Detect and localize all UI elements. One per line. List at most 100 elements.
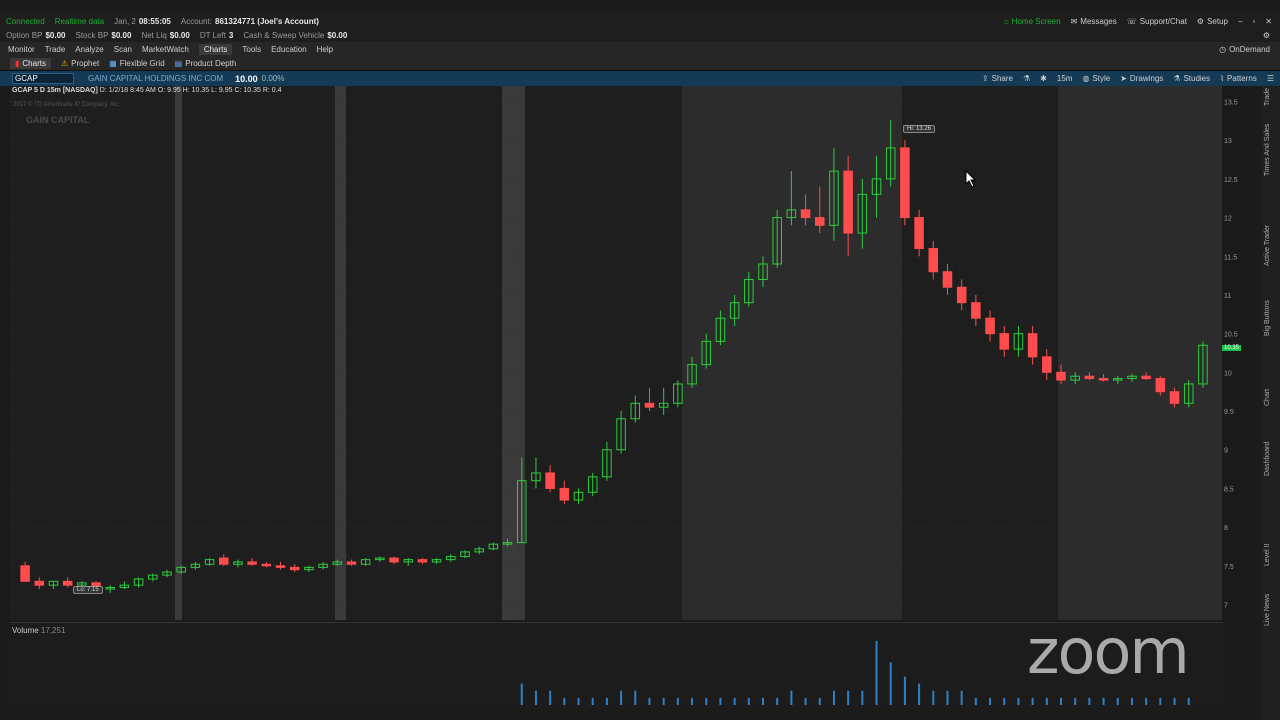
session-band [682, 86, 902, 620]
main-menu: Monitor Trade Analyze Scan MarketWatch C… [0, 42, 1280, 56]
volume-bar [634, 690, 637, 705]
patterns-button[interactable]: ⌇ Patterns [1220, 74, 1257, 83]
volume-bar [605, 697, 608, 705]
subtab-flexible-grid[interactable]: ▦ Flexible Grid [109, 59, 164, 68]
candle-body [843, 170, 853, 234]
side-tab-level-ii[interactable]: Level II [1264, 543, 1271, 566]
close-button[interactable]: ✕ [1265, 17, 1272, 26]
volume-bar [591, 697, 594, 705]
candle-body [417, 559, 428, 563]
clock-icon: ◷ [1219, 44, 1227, 54]
support-link[interactable]: ☏ Support/Chat [1127, 17, 1187, 26]
volume-bar [648, 697, 651, 705]
volume-bar [1102, 697, 1105, 705]
volume-bar [577, 697, 580, 705]
candle-body [928, 248, 939, 273]
setup-label: Setup [1207, 16, 1228, 26]
candlestick-chart [10, 86, 1222, 620]
side-tab-active-trader[interactable]: Active Trader [1264, 225, 1271, 266]
last-price-flag: 10.35 [1222, 345, 1242, 351]
side-tab-dashboard[interactable]: Dashboard [1264, 442, 1271, 476]
side-tab-live-news[interactable]: Live News [1264, 594, 1271, 626]
balances-bar: Option BP $0.00 Stock BP $0.00 Net Liq $0.0… [0, 28, 1280, 42]
setup-link[interactable]: ⚙ Setup [1197, 17, 1228, 26]
menu-analyze[interactable]: Analyze [75, 45, 103, 54]
ondemand-button[interactable]: ◷ OnDemand [1219, 45, 1270, 54]
subtab-charts[interactable]: ▮ Charts [10, 57, 51, 69]
account-label: Account: [180, 16, 213, 26]
high-tag: Hi: 13.26 [903, 125, 936, 133]
side-tabs: Trade Times And Sales Active Trader Big But… [1262, 86, 1280, 720]
candle-body [1027, 333, 1038, 358]
menu-tools[interactable]: Tools [242, 45, 261, 54]
price-tick-label: 7 [1224, 603, 1228, 610]
volume-bar [989, 697, 992, 705]
chart-title-text: GCAP 5 D 15m [NASDAQ] [12, 87, 98, 94]
style-button[interactable]: ◍ Style [1082, 74, 1110, 83]
volume-bar [1074, 697, 1077, 705]
connection-status: Connected [6, 16, 45, 26]
company-name: GAIN CAPITAL HOLDINGS INC COM [88, 74, 224, 83]
gear-icon: ⚙ [1196, 16, 1205, 26]
volume-bar [946, 690, 949, 705]
settings-icon[interactable]: ✱ [1040, 74, 1047, 83]
warning-icon: ⚠ [60, 58, 69, 68]
candle-body [1042, 356, 1052, 373]
subtab-product-depth[interactable]: ▤ Product Depth [175, 59, 237, 68]
candle-body [247, 561, 257, 565]
status-time: 08:55:05 [138, 16, 171, 26]
home-screen-link[interactable]: ⌂ Home Screen [1004, 17, 1061, 26]
side-tab-trade[interactable]: Trade [1264, 88, 1271, 106]
copyright-watermark: 2017 © TD Ameritrade IP Company, Inc. [13, 102, 120, 108]
volume-bar [1145, 697, 1148, 705]
candle-body [545, 472, 555, 489]
charts-subtabs: ▮ Charts ⚠ Prophet ▦ Flexible Grid ▤ Product… [0, 56, 1280, 71]
share-button[interactable]: ⇪ Share [982, 74, 1013, 83]
session-band [346, 86, 502, 620]
flask-icon[interactable]: ⚗ [1023, 74, 1030, 83]
volume-bar [520, 683, 523, 705]
account-value[interactable]: 861324771 (Joel's Account) [215, 17, 319, 26]
minimize-button[interactable]: – [1238, 17, 1242, 26]
menu-scan[interactable]: Scan [114, 45, 132, 54]
menu-icon[interactable]: ☰ [1267, 74, 1274, 83]
price-chart[interactable]: GCAP 5 D 15m [NASDAQ] D: 1/2/18 8:45 AM … [10, 86, 1222, 620]
candle-body [275, 565, 286, 568]
timeframe-button[interactable]: 15m [1057, 74, 1073, 83]
messages-link[interactable]: ✉ Messages [1071, 17, 1117, 26]
volume-bar [889, 662, 892, 705]
menu-monitor[interactable]: Monitor [8, 45, 35, 54]
candle-body [971, 302, 981, 319]
volume-bar [705, 697, 708, 705]
symbol-price: 10.00 [235, 73, 258, 84]
volume-bar [747, 697, 750, 705]
volume-bar [1088, 697, 1091, 705]
chart-ohlc: D: 1/2/18 8:45 AM O: 9.95 H: 10.35 L: 9.… [99, 87, 282, 94]
volume-bar [1031, 697, 1034, 705]
price-tick-label: 10 [1224, 370, 1232, 377]
side-tab-big-buttons[interactable]: Big Buttons [1264, 300, 1271, 336]
style-label: Style [1092, 74, 1111, 83]
menu-trade[interactable]: Trade [45, 45, 66, 54]
volume-bar [1173, 697, 1176, 705]
home-icon: ⌂ [1003, 16, 1009, 26]
studies-button[interactable]: ⚗ Studies [1173, 74, 1210, 83]
symbol-input[interactable] [12, 73, 74, 84]
menu-marketwatch[interactable]: MarketWatch [142, 45, 189, 54]
gear-icon[interactable]: ⚙ [1263, 31, 1270, 40]
candle-body [1141, 375, 1151, 380]
studies-label: Studies [1183, 74, 1211, 83]
candle-body [914, 217, 924, 250]
menu-education[interactable]: Education [271, 45, 307, 54]
menu-charts[interactable]: Charts [198, 43, 233, 55]
price-tick-label: 13.5 [1224, 99, 1238, 106]
pattern-icon: ⌇ [1220, 74, 1225, 83]
drawings-button[interactable]: ➤ Drawings [1120, 74, 1163, 83]
subtab-prophet[interactable]: ⚠ Prophet [61, 59, 99, 68]
menu-help[interactable]: Help [317, 45, 333, 54]
side-tab-chart[interactable]: Chart [1264, 389, 1271, 406]
symbol-bar: GAIN CAPITAL HOLDINGS INC COM 10.00 0.00… [0, 71, 1280, 86]
maximize-button[interactable]: ▫ [1252, 17, 1255, 26]
side-tab-times-and-sales[interactable]: Times And Sales [1264, 124, 1271, 176]
depth-icon: ▤ [174, 58, 183, 68]
